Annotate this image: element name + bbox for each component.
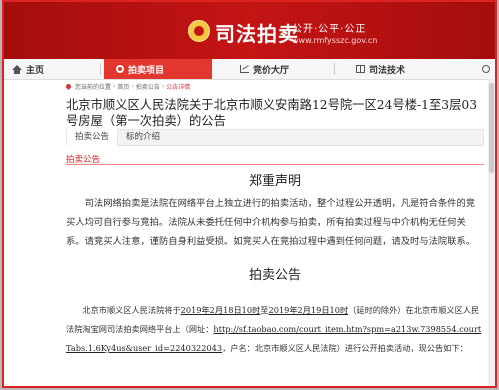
book-icon — [356, 65, 365, 73]
scrollbar[interactable] — [488, 79, 495, 386]
brand-title[interactable]: 司法拍卖 — [215, 18, 299, 47]
statement-heading: 郑重声明 — [248, 174, 301, 189]
nav-item-auction-projects[interactable]: 拍卖项目 — [104, 59, 212, 79]
section-divider — [66, 164, 484, 165]
breadcrumb-sep: › — [131, 83, 134, 90]
notice-text: ，户名：北京市顺义区人民法院）进行公开拍卖活动，现公告如下： — [222, 343, 468, 353]
breadcrumb-sep: › — [113, 83, 116, 90]
more-icon — [482, 65, 490, 73]
nav-item-home[interactable]: 主页 — [12, 59, 44, 79]
breadcrumb-notices[interactable]: 拍卖公告 — [136, 82, 160, 91]
home-icon — [12, 64, 22, 74]
location-pin-icon — [64, 82, 73, 91]
nav-label: 主页 — [26, 65, 45, 76]
breadcrumb: 您当前的位置 › 首页 › 拍卖公告 › 公告详情 — [64, 82, 191, 91]
breadcrumb-home[interactable]: 首页 — [117, 82, 129, 91]
nav-label: 竞价大厅 — [253, 65, 290, 76]
header-banner: 司法拍卖 公开·公平·公正 www.rmfysszc.gov.cn — [4, 2, 495, 59]
nav-item-judicial-tech[interactable]: 司法技术 — [356, 59, 405, 79]
breadcrumb-label: 您当前的位置 — [75, 84, 112, 91]
statement-body: 司法网络拍卖是法院在网络平台上独立进行的拍卖活动，整个过程公开透明，凡是符合条件… — [66, 198, 476, 247]
breadcrumb-current: 公告详情 — [166, 84, 191, 91]
main-nav: 主页 拍卖项目 竞价大厅 司法技术 — [4, 59, 495, 80]
nav-label: 司法技术 — [369, 65, 406, 76]
notice-text: 北京市顺义区人民法院将于 — [82, 305, 181, 315]
court-emblem-icon — [188, 20, 210, 42]
page-title: 北京市顺义区人民法院关于北京市顺义安南路12号院一区24号楼-1至3层03号房屋… — [66, 98, 478, 128]
trend-icon — [240, 65, 249, 73]
page-frame: 司法拍卖 公开·公平·公正 www.rmfysszc.gov.cn 主页 拍卖项… — [2, 0, 497, 388]
nav-item-bidding-hall[interactable]: 竞价大厅 — [240, 59, 289, 79]
nav-divider — [100, 63, 101, 75]
auction-end-time: 2019年2月19日10时 — [268, 305, 349, 315]
nav-item-more[interactable] — [482, 59, 494, 79]
breadcrumb-sep: › — [161, 83, 165, 90]
scrollbar-thumb[interactable] — [489, 83, 494, 173]
nav-label: 拍卖项目 — [128, 65, 165, 76]
notice-body: 北京市顺义区人民法院将于2019年2月18日10时至2019年2月19日10时（… — [66, 301, 484, 358]
site-url: www.rmfysszc.gov.cn — [292, 36, 378, 45]
nav-divider — [334, 63, 335, 75]
slogan: 公开·公平·公正 — [292, 24, 367, 35]
detail-tabs: 拍卖公告 标的介绍 — [66, 129, 484, 146]
tab-auction-notice[interactable]: 拍卖公告 — [67, 129, 119, 146]
notice-text: 至 — [260, 305, 269, 315]
auction-icon — [116, 65, 124, 73]
notice-heading: 拍卖公告 — [248, 268, 301, 283]
auction-start-time: 2019年2月18日10时 — [180, 305, 261, 315]
tab-item-intro[interactable]: 标的介绍 — [118, 129, 168, 146]
